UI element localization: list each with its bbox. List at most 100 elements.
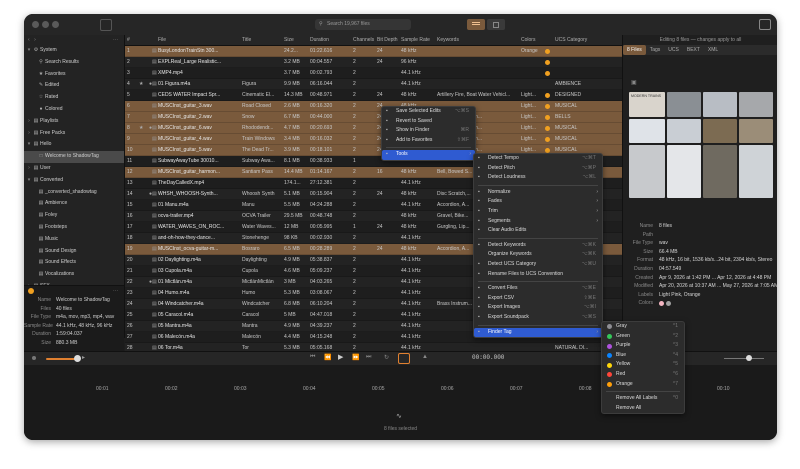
column-header[interactable]: Bit Depth xyxy=(377,35,399,45)
thumbnail[interactable] xyxy=(739,92,773,117)
tools-menu-item[interactable]: ▪ Rename Files to UCS Convention xyxy=(474,270,602,280)
finder-tag-item[interactable]: Remove All xyxy=(602,404,684,414)
speaker-icon[interactable]: ▸ xyxy=(82,354,85,361)
sidebar-item[interactable]: ▾ ▤ Hello xyxy=(24,139,124,151)
sidebar-item[interactable]: › ▤ User xyxy=(24,163,124,175)
finder-tag-item[interactable]: Green ^2 xyxy=(602,332,684,342)
minimize-window-button[interactable] xyxy=(42,21,49,28)
metadata-value[interactable]: Apr 20, 2026 at 10:37 AM ... May 27, 202… xyxy=(659,283,777,289)
sidebar-item[interactable]: ● Colored xyxy=(24,104,124,116)
sidebar-item[interactable]: ▾ ⚙ System xyxy=(24,45,124,57)
tools-menu-item[interactable]: ▪ Clear Audio Edits xyxy=(474,226,602,236)
rewind-icon[interactable]: ⏪ xyxy=(324,354,331,361)
tools-menu-item[interactable]: ▪ Segments › xyxy=(474,217,602,227)
column-header[interactable]: Colors xyxy=(521,35,543,45)
sidebar-item[interactable]: ✎ Edited xyxy=(24,80,124,92)
thumbnail[interactable] xyxy=(703,145,737,198)
column-header[interactable]: Channels xyxy=(353,35,375,45)
more-icon[interactable]: ··· xyxy=(113,286,118,296)
inspector-tab[interactable]: Tags xyxy=(646,45,665,55)
volume-slider[interactable] xyxy=(46,358,76,360)
thumbnail[interactable] xyxy=(703,119,737,143)
context-menu-item[interactable]: ▪ Add to Favorites ⇧⌘F xyxy=(382,136,475,146)
metadata-value[interactable]: 04:57.549 xyxy=(659,266,681,272)
thumbnail[interactable] xyxy=(667,92,701,117)
thumbnail[interactable] xyxy=(667,145,701,198)
column-header[interactable]: Duration xyxy=(310,35,351,45)
inspector-tab[interactable]: XML xyxy=(704,45,722,55)
finder-tag-item[interactable]: Remove All Labels ^0 xyxy=(602,394,684,404)
table-row[interactable]: 5 CEDS WATER Impact Spr... Cinematic El...… xyxy=(125,90,622,101)
table-row[interactable]: 8 ★ ● MUSCInst_guitar_6.wav Rhododendr... 4.7… xyxy=(125,123,622,134)
finder-tag-item[interactable]: Purple ^3 xyxy=(602,341,684,351)
sidebar-toggle-icon[interactable] xyxy=(100,19,112,31)
tools-menu-item[interactable]: Organize Keywords ⌥⌘K xyxy=(474,250,602,260)
column-header[interactable]: File xyxy=(158,35,240,45)
sidebar-item[interactable]: ▤ Sound Design xyxy=(24,246,124,258)
column-header[interactable]: Sample Rate xyxy=(401,35,435,45)
table-row[interactable]: 1 BusyLondonTrainStn 300... 24.2... 01:22.6… xyxy=(125,46,622,57)
column-header[interactable]: Title xyxy=(242,35,282,45)
loop-icon[interactable] xyxy=(32,356,36,360)
tools-menu-item[interactable]: ▪ Detect Keywords ⌥⌘K xyxy=(474,241,602,251)
finder-tag-item[interactable]: Yellow ^5 xyxy=(602,360,684,370)
close-window-button[interactable] xyxy=(32,21,39,28)
context-menu-item[interactable]: ▪ Show in Finder ⌘R xyxy=(382,126,475,136)
fast-forward-icon[interactable]: ⏩ xyxy=(352,354,359,361)
zoom-window-button[interactable] xyxy=(52,21,59,28)
column-header[interactable]: # xyxy=(127,35,137,45)
marker-icon[interactable]: ▲ xyxy=(422,354,428,360)
metadata-value[interactable]: 66.4 MB xyxy=(659,249,678,255)
inspector-tab[interactable]: 8 Files xyxy=(623,45,646,55)
tools-menu-item[interactable]: ▪ Export Images ⌥⌘I xyxy=(474,303,602,313)
zoom-slider[interactable] xyxy=(724,358,764,359)
sidebar-item[interactable]: › ▤ Playlists xyxy=(24,116,124,128)
context-menu-item[interactable]: ▪ Revert to Saved xyxy=(382,117,475,127)
sidebar-item[interactable]: ☆ Rated xyxy=(24,92,124,104)
tools-menu-item[interactable]: ▪ Normalize › xyxy=(474,188,602,198)
zoom-knob[interactable] xyxy=(746,355,752,361)
table-row[interactable]: 2 EXPLReal_Large Realistic... 3.2 MB 00:04.… xyxy=(125,57,622,68)
column-header[interactable]: UCS Category xyxy=(555,35,620,45)
table-row[interactable]: 9 MUSCInst_guitar_4.wav Train Windows 3.4 M… xyxy=(125,134,622,145)
skip-forward-icon[interactable]: ⏭ xyxy=(366,354,371,361)
table-row[interactable]: 28 06 Tor.m4a Tor 5.3 MB 05:05.168 2 44.1 kHz N… xyxy=(125,343,622,351)
sidebar-item[interactable]: ▤ Vocalizations xyxy=(24,269,124,281)
metadata-value[interactable]: wav xyxy=(659,240,668,246)
column-header[interactable]: Size xyxy=(284,35,308,45)
sidebar-item[interactable]: ⚲ Search Results xyxy=(24,57,124,69)
repeat-icon[interactable]: ↻ xyxy=(384,354,389,361)
sidebar-item[interactable]: □ Welcome to ShadowTag xyxy=(24,151,124,163)
tools-menu-item[interactable]: ▪ Detect Pitch ⌥⌘P xyxy=(474,164,602,174)
tools-menu-item[interactable]: ▪ Fades › xyxy=(474,197,602,207)
metadata-value[interactable]: Apr 9, 2026 at 1:42 PM ... Apr 12, 2026 … xyxy=(659,275,771,281)
tools-menu-item[interactable]: ▪ Detect Loudness ⌥⌘L xyxy=(474,173,602,183)
sidebar-item[interactable]: ▤ Ambience xyxy=(24,198,124,210)
skip-back-icon[interactable]: ⏮ xyxy=(310,354,315,361)
record-button[interactable] xyxy=(398,353,410,364)
tools-menu-item[interactable]: ▪ Detect UCS Category ⌥⌘U xyxy=(474,260,602,270)
finder-tag-item[interactable]: Orange ^7 xyxy=(602,380,684,390)
sidebar-item[interactable]: ▤ Sound Effects xyxy=(24,257,124,269)
more-icon[interactable]: ··· xyxy=(113,35,118,45)
tools-menu-item[interactable]: ▪ Finder Tag › xyxy=(474,327,602,338)
sidebar-item[interactable]: ▤ _converted_shadowtag xyxy=(24,187,124,199)
inspector-toggle-icon[interactable] xyxy=(759,19,771,30)
tools-menu-item[interactable]: ▪ Convert Files ⌥⌘E xyxy=(474,284,602,294)
inspector-tab[interactable]: BEXT xyxy=(683,45,704,55)
context-menu-item[interactable]: ▪ Tools › xyxy=(382,150,475,160)
grid-view-button[interactable] xyxy=(487,19,505,30)
thumbnail[interactable] xyxy=(739,145,773,198)
thumbnail[interactable]: MODERN TRAINS xyxy=(629,92,665,117)
tools-menu-item[interactable]: ▪ Export Soundpack ⌥⌘S xyxy=(474,313,602,323)
sidebar-item[interactable]: › ▤ Free Packs xyxy=(24,128,124,140)
finder-tag-item[interactable]: Blue ^4 xyxy=(602,351,684,361)
sidebar-item[interactable]: ▤ Footsteps xyxy=(24,222,124,234)
tools-menu-item[interactable]: ▪ Trim › xyxy=(474,207,602,217)
thumbnail[interactable] xyxy=(739,119,773,143)
forward-arrow-icon[interactable]: › xyxy=(34,37,36,43)
inspector-tab[interactable]: UCS xyxy=(664,45,683,55)
thumbnail[interactable] xyxy=(629,145,665,198)
metadata-value[interactable]: Light Pink, Orange xyxy=(659,292,700,298)
label-color-swatch[interactable] xyxy=(666,300,671,306)
